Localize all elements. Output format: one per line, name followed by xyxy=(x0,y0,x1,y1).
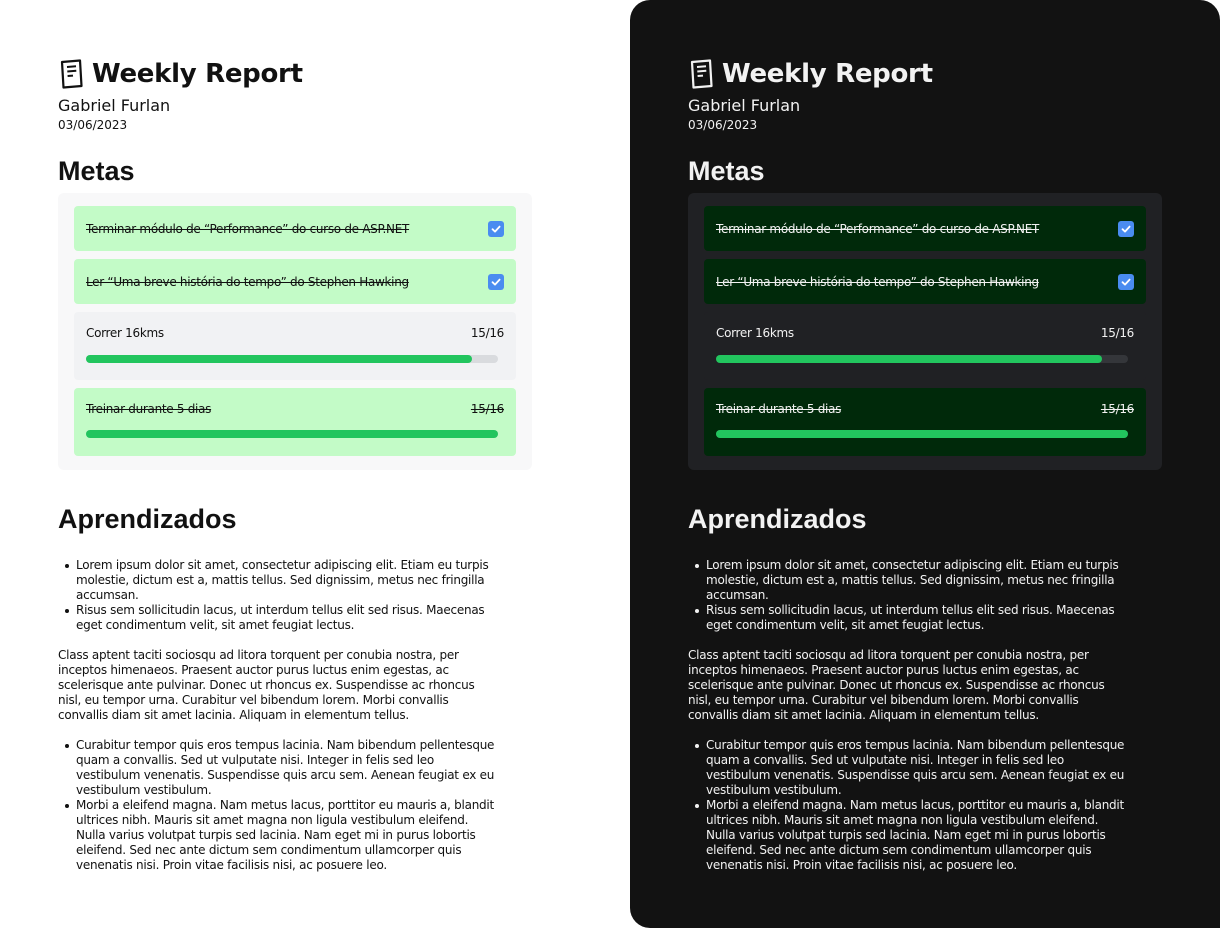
list-item: Morbi a eleifend magna. Nam metus lacus,… xyxy=(695,798,1128,873)
report-date: 03/06/2023 xyxy=(58,118,128,132)
page-title: Weekly Report xyxy=(92,59,303,89)
report-date: 03/06/2023 xyxy=(688,118,758,132)
progress-bar xyxy=(716,430,1128,438)
goal-progress-item[interactable]: Treinar durante 5 dias 15/16 xyxy=(74,388,516,456)
goal-checkbox[interactable] xyxy=(488,220,504,237)
goals-list: Terminar módulo de “Performance” do curs… xyxy=(58,193,532,470)
check-icon xyxy=(1121,225,1131,232)
goal-label: Treinar durante 5 dias xyxy=(86,402,212,416)
goal-item[interactable]: Ler “Uma breve história do tempo” do Ste… xyxy=(704,259,1146,304)
goal-progress-item[interactable]: Correr 16kms 15/16 xyxy=(74,312,516,380)
aprendizados-heading: Aprendizados xyxy=(58,504,237,534)
goal-checkbox[interactable] xyxy=(1118,220,1134,237)
progress-bar xyxy=(86,430,498,438)
report-header: Weekly Report xyxy=(688,58,1162,90)
list-item: Risus sem sollicitudin lacus, ut interdu… xyxy=(695,603,1128,633)
goal-item[interactable]: Terminar módulo de “Performance” do curs… xyxy=(704,206,1146,251)
goal-count: 15/16 xyxy=(470,326,504,340)
list-item: Lorem ipsum dolor sit amet, consectetur … xyxy=(695,558,1128,603)
goal-count: 15/16 xyxy=(1100,402,1134,416)
aprendizados-content: Lorem ipsum dolor sit amet, consectetur … xyxy=(688,558,1128,873)
goal-label: Correr 16kms xyxy=(716,326,794,340)
goal-count: 15/16 xyxy=(1100,326,1134,340)
report-header: Weekly Report xyxy=(58,58,532,90)
progress-bar-fill xyxy=(86,355,473,363)
goal-progress-item[interactable]: Treinar durante 5 dias 15/16 xyxy=(704,388,1146,456)
goal-item[interactable]: Ler “Uma breve história do tempo” do Ste… xyxy=(74,259,516,304)
paragraph: Class aptent taciti sociosqu ad litora t… xyxy=(58,648,475,722)
author-name: Gabriel Furlan xyxy=(58,96,171,115)
author-name: Gabriel Furlan xyxy=(688,96,801,115)
goal-progress-item[interactable]: Correr 16kms 15/16 xyxy=(704,312,1146,380)
list-item: Curabitur tempor quis eros tempus lacini… xyxy=(695,738,1128,798)
check-icon xyxy=(491,225,501,232)
paragraph: Class aptent taciti sociosqu ad litora t… xyxy=(688,648,1105,722)
aprendizados-heading: Aprendizados xyxy=(688,504,867,534)
progress-bar xyxy=(716,355,1128,363)
metas-heading: Metas xyxy=(688,156,765,186)
goal-label: Terminar módulo de “Performance” do curs… xyxy=(716,221,1040,236)
bullet-list: Lorem ipsum dolor sit amet, consectetur … xyxy=(58,558,498,633)
list-item: Morbi a eleifend magna. Nam metus lacus,… xyxy=(65,798,498,873)
goal-label: Treinar durante 5 dias xyxy=(716,402,842,416)
progress-bar-fill xyxy=(716,355,1103,363)
goal-label: Terminar módulo de “Performance” do curs… xyxy=(86,221,410,236)
report-icon xyxy=(58,59,84,89)
goal-checkbox[interactable] xyxy=(1118,273,1134,290)
aprendizados-content: Lorem ipsum dolor sit amet, consectetur … xyxy=(58,558,498,873)
check-icon xyxy=(491,278,501,285)
progress-bar xyxy=(86,355,498,363)
goal-count: 15/16 xyxy=(470,402,504,416)
goal-label: Ler “Uma breve história do tempo” do Ste… xyxy=(86,274,409,289)
progress-bar-fill xyxy=(86,430,498,438)
goal-checkbox[interactable] xyxy=(488,273,504,290)
metas-heading: Metas xyxy=(58,156,135,186)
check-icon xyxy=(1121,278,1131,285)
bullet-list: Lorem ipsum dolor sit amet, consectetur … xyxy=(688,558,1128,633)
goal-item[interactable]: Terminar módulo de “Performance” do curs… xyxy=(74,206,516,251)
report-icon xyxy=(688,59,714,89)
bullet-list: Curabitur tempor quis eros tempus lacini… xyxy=(58,738,498,873)
goals-list: Terminar módulo de “Performance” do curs… xyxy=(688,193,1162,470)
light-theme-panel: Weekly Report Gabriel Furlan 03/06/2023 … xyxy=(0,0,630,928)
bullet-list: Curabitur tempor quis eros tempus lacini… xyxy=(688,738,1128,873)
page-title: Weekly Report xyxy=(722,59,933,89)
list-item: Curabitur tempor quis eros tempus lacini… xyxy=(65,738,498,798)
list-item: Risus sem sollicitudin lacus, ut interdu… xyxy=(65,603,498,633)
goal-label: Correr 16kms xyxy=(86,326,164,340)
dark-theme-panel: Weekly Report Gabriel Furlan 03/06/2023 … xyxy=(630,0,1220,928)
goal-label: Ler “Uma breve história do tempo” do Ste… xyxy=(716,274,1039,289)
progress-bar-fill xyxy=(716,430,1128,438)
list-item: Lorem ipsum dolor sit amet, consectetur … xyxy=(65,558,498,603)
